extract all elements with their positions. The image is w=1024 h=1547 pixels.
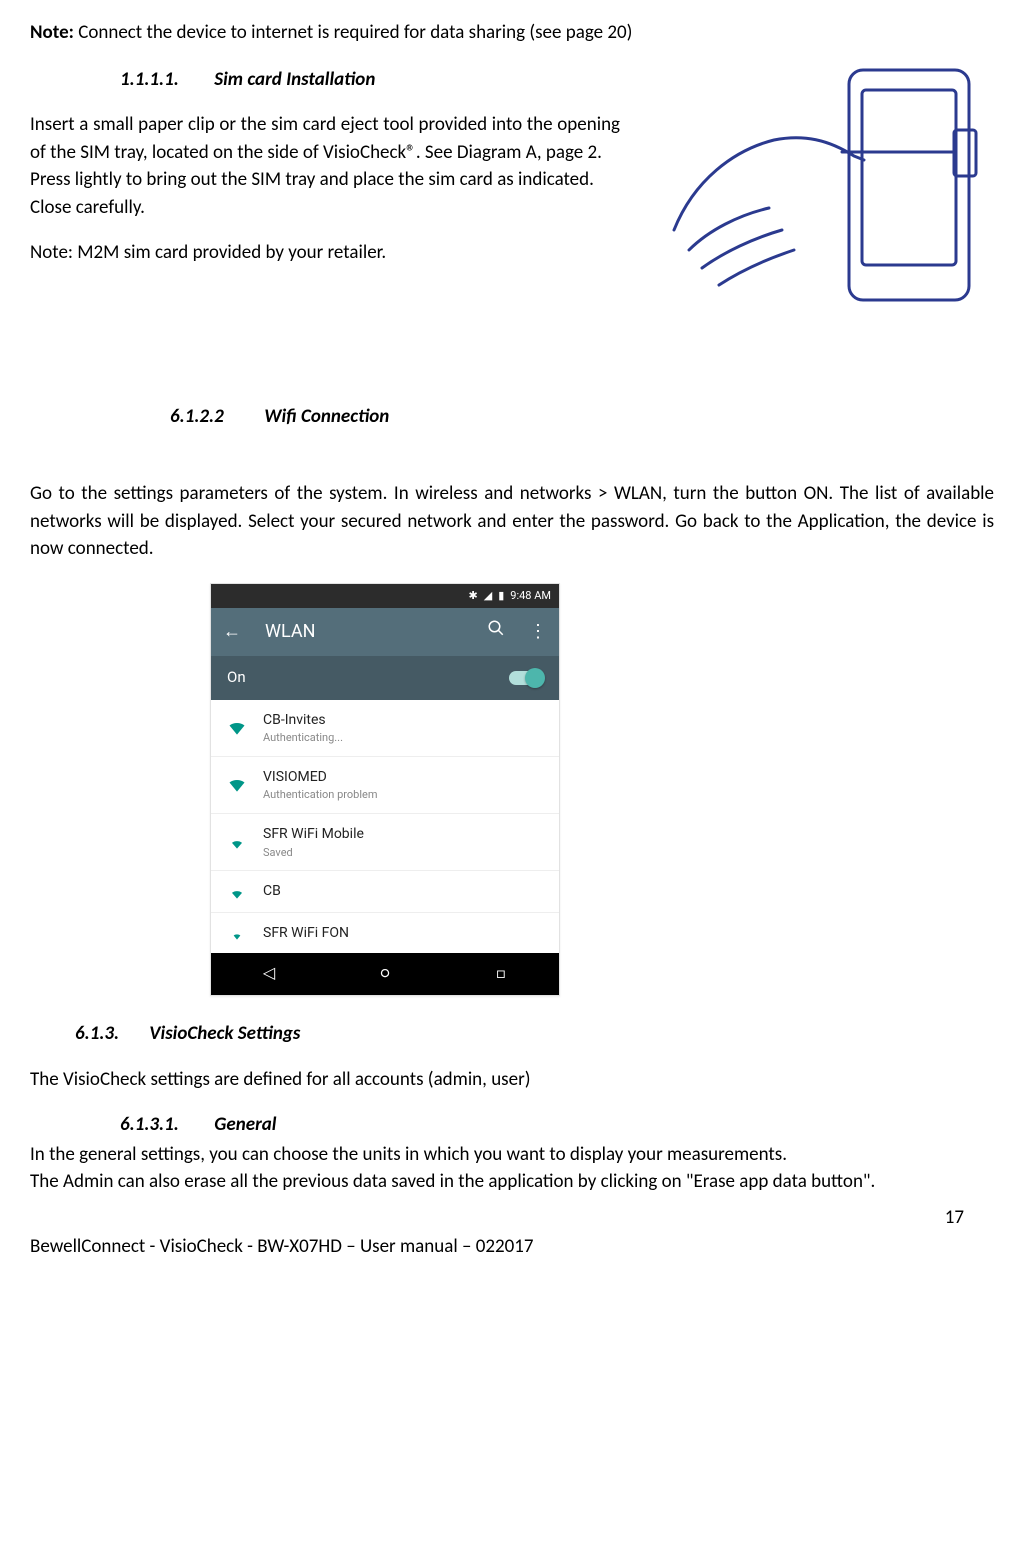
wifi-ssid: CB-Invites	[263, 710, 343, 730]
heading-number: 6.1.2.2	[170, 403, 260, 431]
wifi-icon	[227, 775, 247, 795]
signal-icon: ◢	[484, 588, 492, 604]
wifi-ssid: SFR WiFi FON	[263, 923, 349, 943]
wifi-para: Go to the settings parameters of the sys…	[30, 480, 994, 563]
wifi-network-item[interactable]: CB	[211, 871, 559, 912]
heading-title: Sim card Installation	[214, 68, 375, 91]
wlan-screenshot: ✱ ◢ ▮ 9:48 AM ← WLAN ⋮ On CB-Invites Aut…	[210, 583, 560, 996]
heading-number: 6.1.3.1.	[120, 1111, 210, 1139]
footer-text: BewellConnect - VisioCheck - BW-X07HD – …	[30, 1233, 994, 1261]
toggle-label: On	[227, 667, 246, 689]
nav-home-icon[interactable]: ○	[370, 962, 400, 985]
sim-para-2: Press lightly to bring out the SIM tray …	[30, 166, 620, 194]
nav-recents-icon[interactable]: □	[486, 962, 516, 985]
wifi-status: Authenticating...	[263, 730, 343, 746]
wifi-ssid: CB	[263, 881, 281, 901]
general-para-1: In the general settings, you can choose …	[30, 1141, 994, 1169]
wlan-toggle-row[interactable]: On	[211, 656, 559, 700]
battery-icon: ▮	[498, 588, 504, 604]
wlan-app-bar: ← WLAN ⋮	[211, 608, 559, 656]
note-label: Note:	[30, 21, 74, 44]
wifi-network-item[interactable]: SFR WiFi Mobile Saved	[211, 814, 559, 871]
bluetooth-icon: ✱	[469, 588, 478, 604]
top-note: Note: Connect the device to internet is …	[30, 19, 994, 47]
heading-title: Wifi Connection	[264, 405, 389, 428]
wifi-network-item[interactable]: SFR WiFi FON	[211, 913, 559, 953]
search-icon[interactable]	[487, 619, 505, 645]
heading-title: VisioCheck Settings	[149, 1022, 300, 1045]
sim-para-3: Close carefully.	[30, 194, 620, 222]
sim-para-4: Note: M2M sim card provided by your reta…	[30, 239, 620, 267]
heading-general: 6.1.3.1. General	[120, 1111, 994, 1139]
wifi-ssid: SFR WiFi Mobile	[263, 824, 364, 844]
wifi-icon	[227, 923, 247, 943]
android-status-bar: ✱ ◢ ▮ 9:48 AM	[211, 584, 559, 608]
heading-visiocheck-settings: 6.1.3. VisioCheck Settings	[75, 1020, 994, 1048]
note-text: Connect the device to internet is requir…	[74, 21, 633, 44]
sim-install-illustration	[654, 60, 984, 315]
heading-title: General	[214, 1113, 276, 1136]
wlan-switch[interactable]	[509, 671, 543, 685]
sim-para-1: Insert a small paper clip or the sim car…	[30, 111, 620, 166]
wifi-network-list: CB-Invites Authenticating... VISIOMED Au…	[211, 700, 559, 953]
heading-number: 6.1.3.	[75, 1020, 145, 1048]
heading-wifi-connection: 6.1.2.2 Wifi Connection	[170, 403, 994, 431]
nav-back-icon[interactable]: ◁	[254, 962, 284, 985]
page-number: 17	[30, 1204, 964, 1232]
heading-number: 1.1.1.1.	[120, 66, 210, 94]
wifi-ssid: VISIOMED	[263, 767, 378, 787]
wifi-status: Authentication problem	[263, 787, 378, 803]
wifi-network-item[interactable]: VISIOMED Authentication problem	[211, 757, 559, 814]
wifi-network-item[interactable]: CB-Invites Authenticating...	[211, 700, 559, 757]
settings-para: The VisioCheck settings are defined for …	[30, 1066, 994, 1094]
back-icon[interactable]: ←	[223, 619, 241, 645]
more-icon[interactable]: ⋮	[529, 619, 547, 645]
wifi-icon	[227, 882, 247, 902]
status-time: 9:48 AM	[510, 588, 551, 604]
general-para-2: The Admin can also erase all the previou…	[30, 1168, 994, 1196]
wifi-status: Saved	[263, 845, 364, 861]
android-nav-bar: ◁ ○ □	[211, 953, 559, 995]
wifi-icon	[227, 718, 247, 738]
app-bar-title: WLAN	[265, 619, 315, 645]
wifi-icon	[227, 832, 247, 852]
